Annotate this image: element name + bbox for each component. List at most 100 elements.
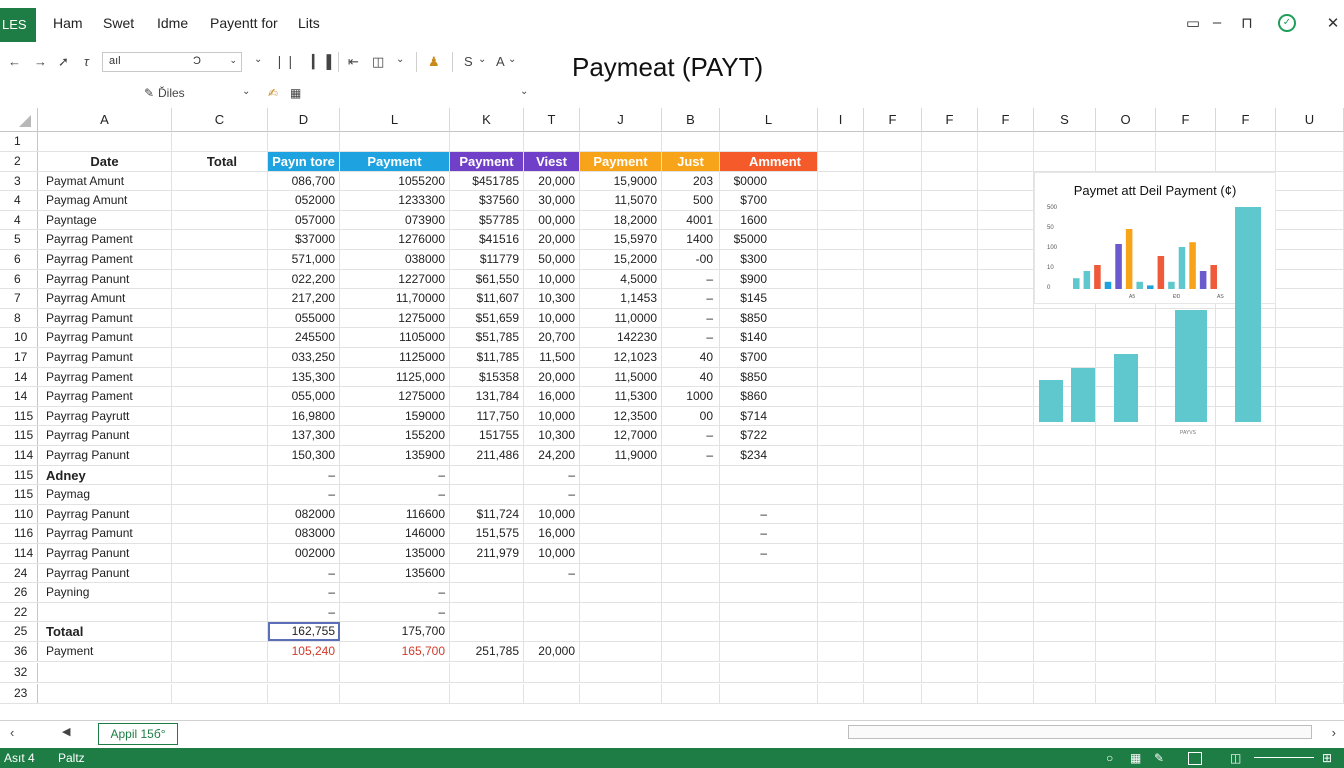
back-icon[interactable]: ←: [8, 54, 21, 69]
cell[interactable]: [172, 524, 268, 543]
cell[interactable]: –: [268, 563, 340, 583]
cell[interactable]: 11,5300: [580, 387, 662, 406]
row-header[interactable]: 114: [0, 544, 38, 563]
cell[interactable]: [922, 642, 978, 661]
cell[interactable]: [978, 642, 1034, 661]
cell[interactable]: [818, 684, 864, 703]
cell[interactable]: 16,000: [524, 387, 580, 406]
cell[interactable]: [978, 171, 1034, 191]
cell[interactable]: [978, 602, 1034, 622]
cell[interactable]: [864, 308, 922, 328]
cell[interactable]: [1216, 485, 1276, 504]
font-select[interactable]: aıl Ͻ ⌄: [102, 52, 242, 72]
column-header[interactable]: J: [580, 108, 662, 132]
cell[interactable]: [978, 446, 1034, 465]
cell[interactable]: [720, 642, 818, 661]
cell[interactable]: [1156, 642, 1216, 661]
cell[interactable]: [1276, 563, 1344, 583]
cell[interactable]: [268, 132, 340, 151]
cell[interactable]: [580, 622, 662, 641]
cell[interactable]: Payment: [38, 642, 172, 661]
cell[interactable]: [818, 308, 864, 328]
cell[interactable]: [922, 387, 978, 406]
person-icon[interactable]: ♟: [428, 54, 440, 70]
cell[interactable]: [864, 642, 922, 661]
cell[interactable]: [864, 622, 922, 641]
cell[interactable]: [922, 563, 978, 583]
cell[interactable]: [662, 563, 720, 583]
cell[interactable]: [1276, 684, 1344, 703]
cell[interactable]: [1276, 446, 1344, 465]
cell[interactable]: [922, 132, 978, 151]
column-header[interactable]: D: [268, 108, 340, 132]
cell[interactable]: 00: [662, 406, 720, 426]
save-icon[interactable]: ▭: [1184, 14, 1202, 32]
cell[interactable]: 10,000: [524, 269, 580, 289]
cell[interactable]: [1216, 622, 1276, 641]
column-header[interactable]: O: [1096, 108, 1156, 132]
row-header[interactable]: 1: [0, 132, 38, 151]
cell[interactable]: 15,2000: [580, 250, 662, 269]
cell[interactable]: 1125,000: [340, 367, 450, 387]
scroll-left-icon[interactable]: ◀: [62, 725, 70, 738]
cell[interactable]: [662, 544, 720, 563]
cell[interactable]: [340, 663, 450, 682]
cell[interactable]: 151755: [450, 426, 524, 445]
minimize-icon[interactable]: –: [1208, 14, 1226, 31]
cell[interactable]: [340, 132, 450, 151]
cell[interactable]: [922, 426, 978, 445]
cell[interactable]: [922, 602, 978, 622]
cell[interactable]: [922, 446, 978, 465]
column-title[interactable]: Payment: [580, 152, 662, 171]
cell[interactable]: –: [720, 524, 818, 543]
chevron-down-icon[interactable]: ⌄: [396, 54, 404, 65]
cell[interactable]: [1096, 446, 1156, 465]
cell[interactable]: [580, 663, 662, 682]
cell[interactable]: [864, 171, 922, 191]
cell[interactable]: [172, 132, 268, 151]
cell[interactable]: $11,607: [450, 289, 524, 308]
cell[interactable]: [580, 642, 662, 661]
cell[interactable]: [864, 348, 922, 367]
select-all-corner[interactable]: [0, 108, 38, 132]
cell[interactable]: [818, 367, 864, 387]
cell[interactable]: [1156, 663, 1216, 682]
cell[interactable]: [580, 684, 662, 703]
cell[interactable]: [1216, 642, 1276, 661]
cell[interactable]: 1055200: [340, 171, 450, 191]
cell[interactable]: [1034, 524, 1096, 543]
cell[interactable]: 038000: [340, 250, 450, 269]
cell[interactable]: [720, 563, 818, 583]
cell[interactable]: [864, 132, 922, 151]
cell[interactable]: 135900: [340, 446, 450, 465]
cell[interactable]: [1096, 465, 1156, 485]
cell[interactable]: [720, 485, 818, 504]
cell[interactable]: [1216, 602, 1276, 622]
cell[interactable]: [1034, 583, 1096, 602]
cell[interactable]: [720, 583, 818, 602]
cell[interactable]: [922, 544, 978, 563]
cell[interactable]: Paymat Amunt: [38, 171, 172, 191]
cell[interactable]: –: [268, 583, 340, 602]
cell[interactable]: [818, 504, 864, 524]
cell[interactable]: [922, 308, 978, 328]
cell[interactable]: [864, 210, 922, 230]
cell[interactable]: [1276, 663, 1344, 682]
account-icon[interactable]: ✓: [1278, 14, 1296, 32]
cell[interactable]: [1034, 152, 1096, 171]
cell[interactable]: [720, 465, 818, 485]
cell[interactable]: 022,200: [268, 269, 340, 289]
cell[interactable]: Paymag Amunt: [38, 191, 172, 210]
cell[interactable]: [38, 132, 172, 151]
cell[interactable]: [978, 583, 1034, 602]
column-title[interactable]: Just: [662, 152, 720, 171]
cell[interactable]: [172, 269, 268, 289]
chart-icon[interactable]: ▎▐: [312, 54, 331, 70]
cell[interactable]: [978, 406, 1034, 426]
horizontal-scrollbar[interactable]: [848, 725, 1312, 739]
cell[interactable]: [662, 602, 720, 622]
cell[interactable]: [864, 485, 922, 504]
cell[interactable]: [818, 387, 864, 406]
cell[interactable]: [172, 602, 268, 622]
cell[interactable]: 10,000: [524, 308, 580, 328]
